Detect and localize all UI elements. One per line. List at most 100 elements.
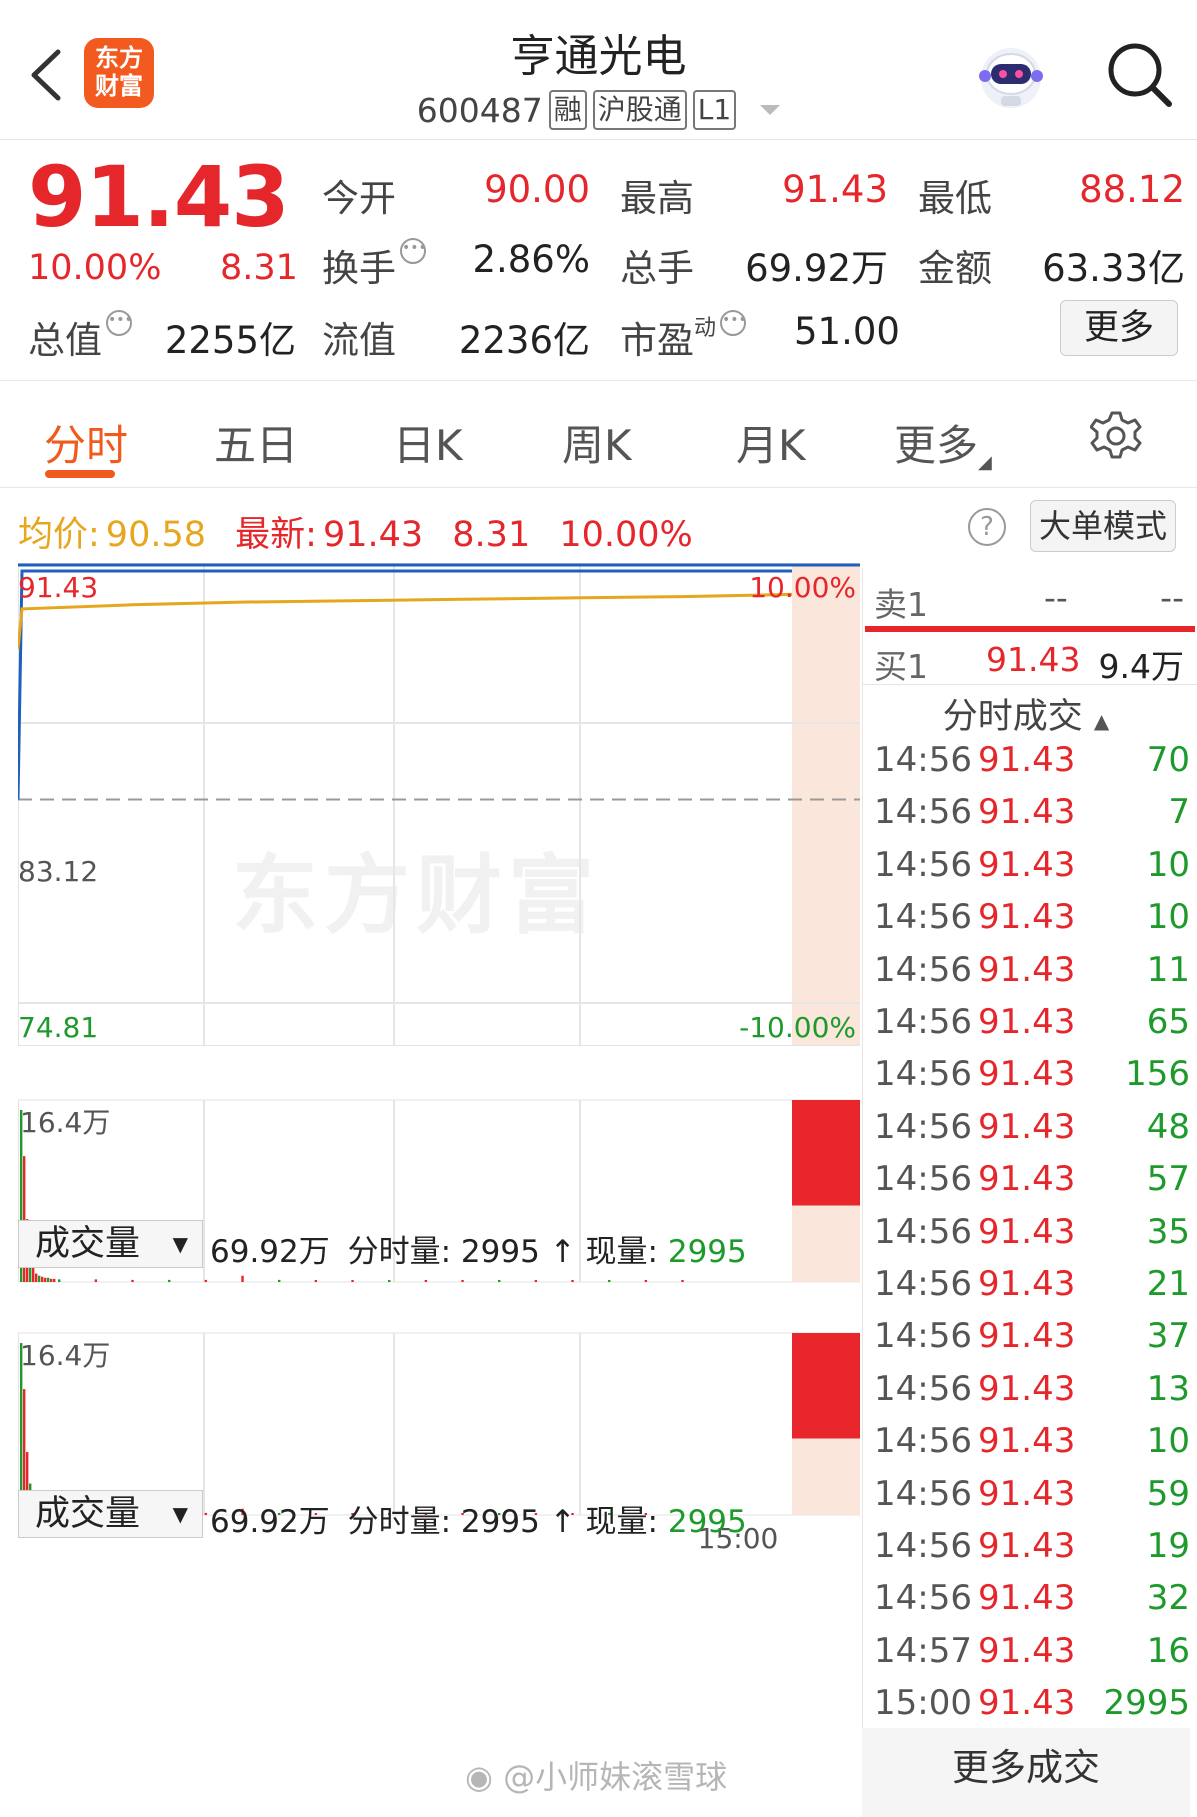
info-more-icon[interactable]: ••• xyxy=(106,310,133,336)
mktcap-label[interactable]: 总值 ••• xyxy=(28,310,133,364)
info-more-icon[interactable]: ••• xyxy=(400,238,427,264)
trade-time: 14:56 xyxy=(874,1002,972,1042)
right-tick-down: -10.00% xyxy=(739,1011,856,1044)
right-tick-up: 10.00% xyxy=(749,571,856,604)
trade-time: 14:56 xyxy=(874,1264,972,1304)
trades-title[interactable]: 分时成交 ▲ xyxy=(862,688,1190,739)
trade-price: 91.43 xyxy=(978,740,1076,780)
tab-five-day[interactable]: 五日 xyxy=(214,412,298,473)
trade-time: 14:56 xyxy=(874,1473,972,1514)
trade-volume: 32 xyxy=(1146,1578,1190,1619)
volume-total: 69.92万 xyxy=(210,1504,330,1540)
latest-percent: 10.00% xyxy=(559,515,693,555)
divider xyxy=(0,380,1197,381)
volume-now-label: 现量: xyxy=(585,1504,658,1540)
volume-bar xyxy=(498,1280,501,1282)
mktcap-label-text: 总值 xyxy=(28,319,102,362)
volume-bar xyxy=(424,1280,428,1282)
amount-label: 金额 xyxy=(918,247,992,290)
question-icon[interactable]: ? xyxy=(968,508,1006,546)
search-icon[interactable] xyxy=(1105,40,1175,110)
amount-value: 63.33亿 xyxy=(1042,247,1185,290)
bid-1-label: 买1 xyxy=(874,647,928,686)
tab-daily-k[interactable]: 日K xyxy=(393,412,463,473)
trade-time: 14:56 xyxy=(874,1159,972,1200)
volume-bar xyxy=(571,1280,574,1282)
turnover-label[interactable]: 换手 ••• xyxy=(322,238,427,292)
trade-price: 91.43 xyxy=(978,1054,1076,1095)
y-tick-low: 74.81 xyxy=(18,1011,98,1044)
robot-avatar-icon[interactable] xyxy=(975,40,1047,112)
trade-time: 14:56 xyxy=(874,1106,972,1147)
trade-time: 14:56 xyxy=(874,1368,972,1409)
trade-time: 14:56 xyxy=(874,740,972,780)
high-label: 最高 xyxy=(620,177,694,220)
volume-bar xyxy=(388,1280,391,1282)
volume-bar xyxy=(168,1279,171,1282)
tab-active-indicator xyxy=(45,470,115,478)
volume-bar xyxy=(41,1276,44,1282)
price-divider xyxy=(865,626,1195,632)
volume-bar xyxy=(44,1277,47,1282)
trade-time: 14:56 xyxy=(874,1316,972,1357)
trade-price: 91.43 xyxy=(978,1211,1076,1252)
trade-row: 14:56 91.43 19 xyxy=(874,1526,1190,1578)
pe-sup: 动 xyxy=(694,316,717,341)
trade-volume: 10 xyxy=(1146,897,1190,938)
volume-panel-frame xyxy=(18,1332,860,1516)
quote-more-button[interactable]: 更多 xyxy=(1060,300,1178,356)
weibo-icon: ◉ xyxy=(465,1758,504,1796)
float-label: 流值 xyxy=(322,319,396,362)
trade-volume: 10 xyxy=(1146,844,1190,885)
volume-bar xyxy=(351,1280,354,1282)
tab-more[interactable]: 更多◢ xyxy=(894,412,992,473)
volume-bar xyxy=(644,1280,648,1282)
volume-info: 69.92万 分时量: 2995 ↑ 现量: 2995 xyxy=(210,1496,747,1541)
trade-volume: 37 xyxy=(1146,1316,1190,1357)
bid-1-price: 91.43 xyxy=(986,640,1081,679)
top-bar: 东方 财富 亨通光电 600487 融 沪股通 L1 xyxy=(0,0,1197,140)
trade-time: 15:00 xyxy=(874,1683,972,1724)
big-order-mode-button[interactable]: 大单模式 xyxy=(1030,500,1176,552)
tab-intraday[interactable]: 分时 xyxy=(44,412,128,473)
mktcap-value: 2255亿 xyxy=(164,319,296,362)
settings-gear-icon[interactable] xyxy=(1090,410,1142,462)
ask-1-price: -- xyxy=(1044,578,1068,617)
volume-now-label: 现量: xyxy=(585,1234,658,1270)
volume-label: 总手 xyxy=(620,247,694,290)
volume-value: 69.92万 xyxy=(745,247,888,290)
latest-price: 91.43 xyxy=(322,515,424,555)
change-percent: 10.00% xyxy=(28,248,162,288)
volume-now: 2995 xyxy=(667,1234,747,1270)
info-more-icon[interactable]: ••• xyxy=(720,310,747,336)
trade-price: 91.43 xyxy=(978,844,1076,885)
volume-bar xyxy=(58,1279,61,1282)
trade-row: 14:56 91.43 32 xyxy=(874,1578,1190,1630)
trade-row: 14:56 91.43 59 xyxy=(874,1474,1190,1526)
tab-monthly-k[interactable]: 月K xyxy=(736,412,806,473)
trade-row: 14:56 91.43 11 xyxy=(874,950,1190,1002)
volume-total: 69.92万 xyxy=(210,1234,330,1270)
volume-max-label: 16.4万 xyxy=(20,1339,110,1372)
up-arrow-icon: ↑ xyxy=(549,1504,576,1540)
trade-row: 14:56 91.43 48 xyxy=(874,1107,1190,1159)
volume-selector[interactable]: 成交量 ▼ xyxy=(18,1220,203,1268)
trades-title-text: 分时成交 xyxy=(942,697,1083,737)
closing-volume-bar xyxy=(792,1333,860,1439)
divider xyxy=(862,684,1197,685)
change-amount: 8.31 xyxy=(220,248,298,288)
closing-volume-bar xyxy=(792,1100,860,1206)
trade-volume: 156 xyxy=(1125,1054,1190,1095)
trade-price: 91.43 xyxy=(978,1316,1076,1357)
volume-bar xyxy=(241,1275,244,1282)
tab-weekly-k[interactable]: 周K xyxy=(562,412,632,473)
trade-time: 14:56 xyxy=(874,1526,972,1566)
more-trades-button[interactable]: 更多成交 xyxy=(862,1728,1190,1817)
turnover-value: 2.86% xyxy=(472,238,590,281)
pe-label[interactable]: 市盈动 ••• xyxy=(620,310,747,364)
trade-time: 14:56 xyxy=(874,1054,972,1095)
volume-selector[interactable]: 成交量 ▼ xyxy=(18,1490,203,1538)
intraday-chart[interactable]: 91.4383.1274.8110.00%-10.00%16.4万16.4万15… xyxy=(18,563,860,1789)
pe-value: 51.00 xyxy=(794,310,900,353)
caret-down-icon xyxy=(760,105,781,115)
